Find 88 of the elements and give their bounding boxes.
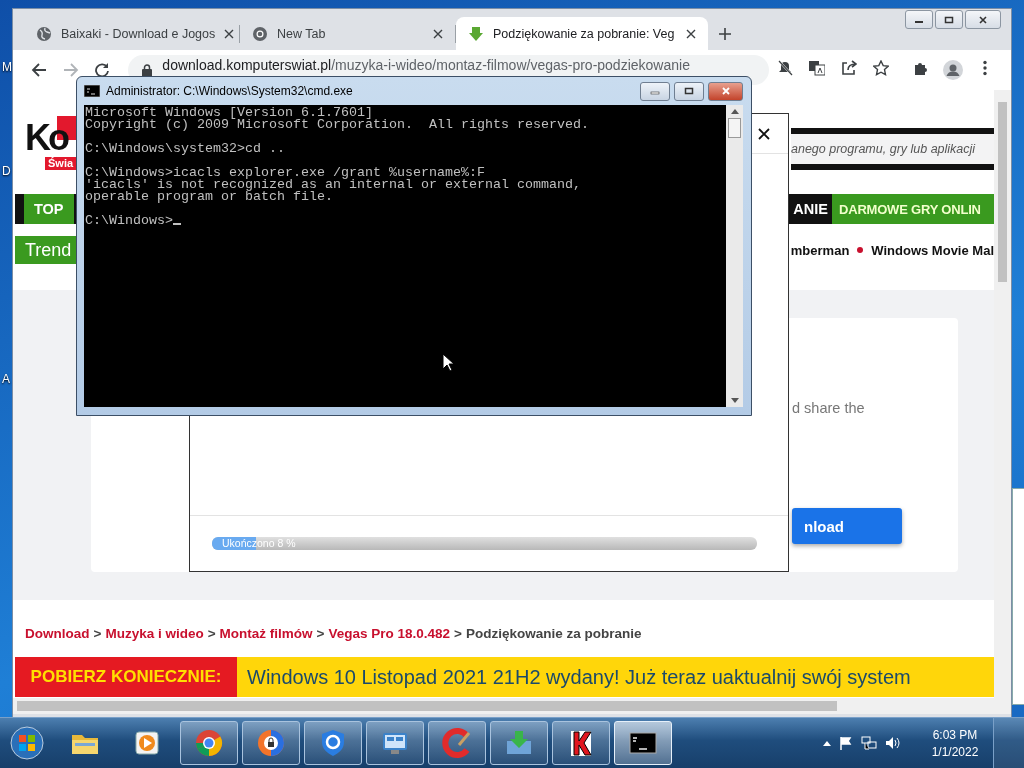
nav-link[interactable]: TOP	[24, 194, 74, 224]
breadcrumb-link[interactable]: Muzyka i wideo	[105, 625, 204, 641]
translate-icon	[809, 60, 825, 76]
breadcrumb-separator: >	[207, 625, 216, 641]
news-banner[interactable]: POBIERZ KONIECZNIE: Windows 10 Listopad 2021 21H2 wydany! Już teraz uaktualnij swój system	[15, 657, 994, 697]
taskbar-button[interactable]	[552, 721, 610, 765]
lock-browser-icon	[255, 727, 287, 759]
back-arrow-icon	[30, 62, 47, 78]
console-icon	[84, 85, 100, 97]
close-icon	[686, 28, 696, 39]
site-logo[interactable]: Ko Świa	[25, 116, 77, 170]
menu-icon	[983, 60, 987, 76]
browser-tab[interactable]: New Tab	[240, 17, 455, 50]
minimize-button[interactable]	[905, 10, 933, 29]
breadcrumb-link[interactable]: Montaż filmów	[219, 625, 313, 641]
console-line: C:\Windows>	[85, 215, 725, 227]
bell-slash-icon	[777, 60, 793, 76]
search-field[interactable]: anego programu, gry lub aplikacji	[791, 128, 994, 170]
breadcrumb-current: Podziękowanie za pobranie	[465, 625, 642, 641]
console-line: 'icacls' is not recognized as an internal or external command,	[85, 179, 582, 191]
close-icon	[433, 28, 443, 39]
forward-arrow-icon	[62, 62, 79, 78]
download-button[interactable]: nload	[792, 508, 902, 544]
breadcrumb-link[interactable]: Vegas Pro 18.0.482	[328, 625, 451, 641]
breadcrumb-separator: >	[454, 625, 462, 641]
speaker-icon	[885, 736, 901, 750]
download-arrow-icon	[468, 25, 484, 42]
clock-date: 1/1/2022	[930, 744, 980, 759]
chrome-icon	[193, 727, 225, 759]
card-text: d share the	[792, 400, 866, 416]
taskbar-button[interactable]	[242, 721, 300, 765]
breadcrumb-separator: >	[93, 625, 102, 641]
desktop-icon-label: A	[2, 372, 10, 386]
trending-link[interactable]: mberman	[790, 242, 850, 258]
share-icon	[841, 60, 857, 76]
clock[interactable]: 6:03 PM 1/1/2022	[925, 727, 985, 759]
breadcrumb-separator: >	[316, 625, 325, 641]
trending-link[interactable]: Windows Movie Mal	[871, 242, 994, 258]
desktop-icon-label: M	[2, 60, 12, 74]
horizontal-scrollbar[interactable]	[13, 698, 1011, 714]
restore-button[interactable]	[935, 10, 963, 29]
url-text: download.komputerswiat.pl/muzyka-i-wideo/montaz-filmow/vegas-pro-podziekowanie	[162, 57, 690, 73]
star-icon	[873, 60, 889, 76]
windows-logo-icon	[10, 726, 44, 760]
scrollbar-thumb[interactable]	[728, 118, 741, 138]
browser-tab[interactable]: Podziękowanie za pobranie: Veg	[456, 17, 708, 50]
plus-icon	[718, 27, 732, 41]
globe-icon	[36, 25, 52, 42]
bullet-icon	[857, 247, 864, 253]
clock-time: 6:03 PM	[931, 727, 979, 742]
close-icon	[720, 87, 731, 95]
vertical-scrollbar[interactable]	[994, 90, 1011, 698]
reload-icon	[94, 62, 111, 78]
console-line: C:\Windows>icacls explorer.exe /grant %username%:F	[85, 167, 485, 179]
scroll-down-icon	[730, 398, 739, 403]
taskbar-button[interactable]	[304, 721, 362, 765]
console-line: C:\Windows\system32>cd ..	[85, 143, 286, 155]
cleaner-icon	[441, 727, 473, 759]
show-desktop-button[interactable]	[993, 718, 1024, 768]
maximize-icon	[684, 87, 694, 95]
taskbar-button[interactable]	[366, 721, 424, 765]
browser-logo-icon	[252, 25, 268, 42]
show-hidden-icons-icon	[823, 740, 831, 746]
close-button[interactable]	[965, 10, 1001, 29]
browser-tab[interactable]: Baixaki - Download e Jogos	[24, 17, 239, 50]
trending-label: Trend	[15, 236, 76, 264]
start-button[interactable]	[10, 726, 44, 760]
network-icon	[861, 736, 877, 750]
console-output[interactable]	[84, 105, 726, 407]
maximize-button[interactable]	[674, 81, 704, 101]
close-icon	[758, 127, 770, 140]
mouse-pointer-icon	[442, 353, 454, 372]
console-line: Microsoft Windows [Version 6.1.7601]	[85, 107, 373, 119]
close-icon	[224, 28, 235, 39]
close-icon	[978, 15, 988, 24]
desktop-icon-label: D	[2, 164, 11, 178]
console-line: operable program or batch file.	[85, 191, 334, 203]
window-title: Administrator: C:\Windows\System32\cmd.exe	[106, 84, 353, 98]
text-cursor	[173, 223, 181, 225]
lock-icon	[142, 63, 153, 77]
profile-icon	[943, 60, 963, 80]
console-line: Copyright (c) 2009 Microsoft Corporation. All rights reserved.	[85, 119, 590, 131]
close-button[interactable]	[708, 81, 743, 101]
puzzle-icon	[913, 60, 929, 76]
vertical-scrollbar[interactable]	[726, 105, 743, 407]
flag-icon	[839, 736, 853, 750]
breadcrumb-link[interactable]: Download	[25, 625, 90, 641]
restore-icon	[944, 15, 954, 24]
